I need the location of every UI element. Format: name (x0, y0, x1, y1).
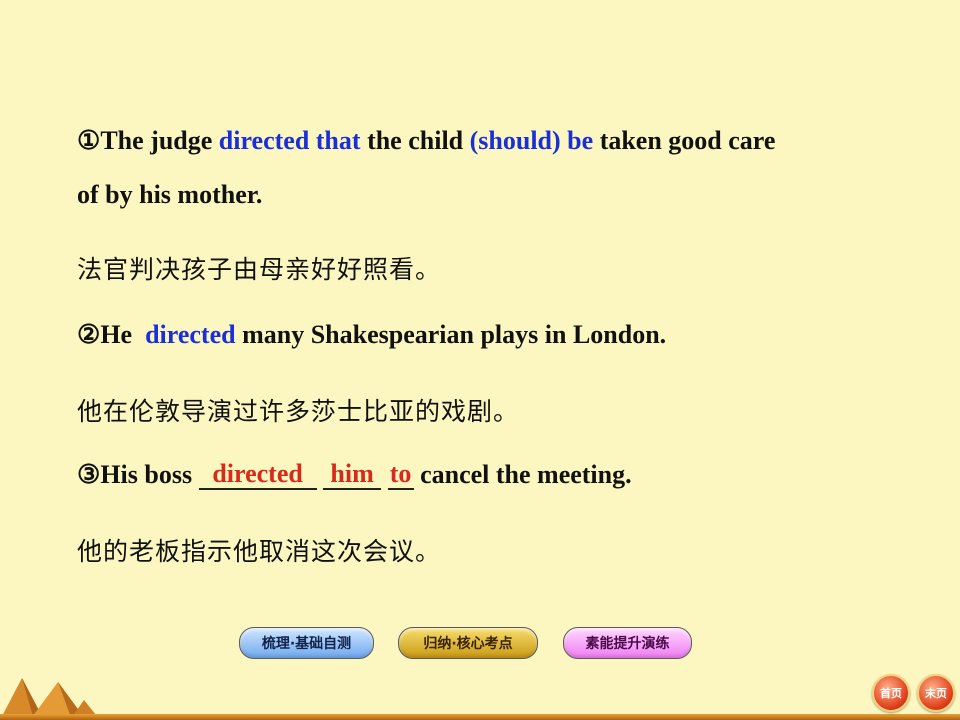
s1-highlight-2: (should) be (469, 126, 594, 155)
s1-text-2: the child (360, 126, 470, 155)
pyramid-decoration (0, 678, 100, 720)
answer-blank-2: him (323, 461, 382, 490)
s1-text-3: taken good care (593, 126, 776, 155)
review-basic-test-button[interactable]: 梳理·基础自测 (239, 627, 374, 659)
s2-text-1: He (100, 320, 146, 349)
summary-key-points-button[interactable]: 归纳·核心考点 (398, 627, 538, 659)
answer-blank-1: directed (198, 461, 317, 490)
s1-highlight-1: directed that (218, 126, 361, 155)
sentence-1: ①The judge directed that the child (shou… (77, 128, 775, 154)
sentence-3: ③His boss directed him to cancel the mee… (77, 460, 632, 490)
translation-3: 他的老板指示他取消这次会议。 (77, 537, 442, 566)
translation-1: 法官判决孩子由母亲好好照看。 (77, 255, 442, 284)
ability-practice-button[interactable]: 素能提升演练 (563, 627, 692, 659)
s3-text-1: His boss (100, 460, 199, 489)
marker-1: ① (77, 126, 101, 155)
s1-text-1: The judge (100, 126, 219, 155)
translation-2: 他在伦敦导演过许多莎士比亚的戏剧。 (77, 397, 520, 426)
sentence-2: ②He directed many Shakespearian plays in… (77, 322, 666, 348)
last-page-button[interactable]: 末页 (917, 674, 955, 712)
first-page-button[interactable]: 首页 (872, 674, 910, 712)
bottom-bar (0, 714, 960, 720)
sentence-1-continuation: of by his mother. (77, 180, 263, 209)
marker-3: ③ (77, 460, 101, 489)
answer-blank-3: to (387, 461, 414, 490)
s2-highlight-1: directed (145, 320, 236, 349)
s2-text-2: many Shakespearian plays in London. (235, 320, 667, 349)
s3-text-2: cancel the meeting. (413, 460, 632, 489)
marker-2: ② (77, 320, 101, 349)
